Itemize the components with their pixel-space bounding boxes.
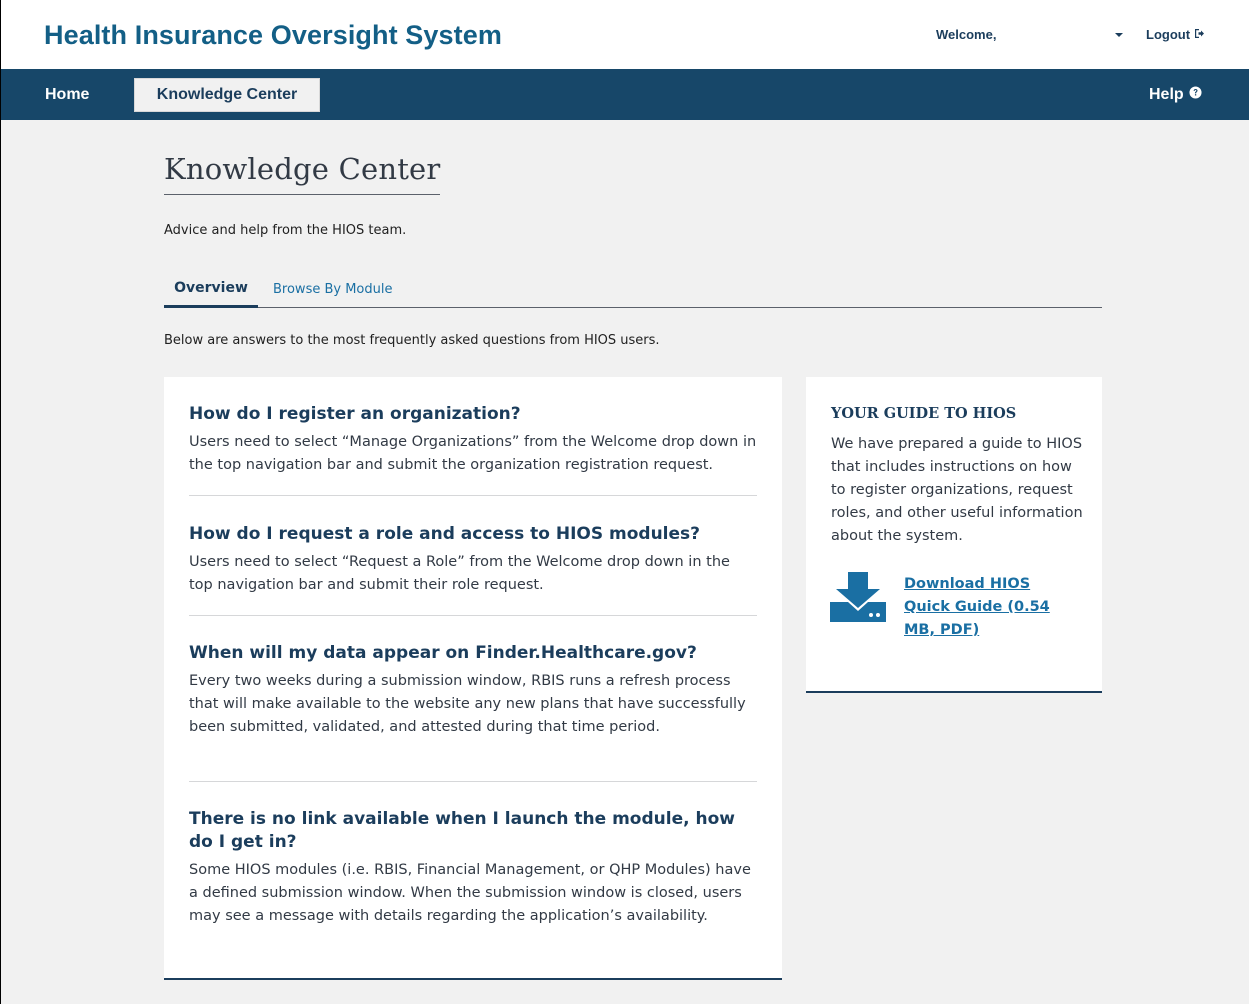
tab-overview[interactable]: Overview bbox=[164, 270, 258, 308]
nav-help-label: Help bbox=[1149, 86, 1184, 103]
faq-divider bbox=[189, 781, 757, 782]
main-navigation: Home Knowledge Center Help bbox=[1, 69, 1249, 120]
download-icon[interactable] bbox=[830, 572, 886, 624]
welcome-label[interactable]: Welcome, bbox=[936, 27, 996, 42]
guide-description: We have prepared a guide to HIOS that in… bbox=[831, 436, 1083, 544]
faq-answer: Every two weeks during a submission wind… bbox=[189, 673, 746, 735]
guide-card: YOUR GUIDE TO HIOS We have prepared a gu… bbox=[806, 377, 1102, 693]
logout-icon bbox=[1194, 27, 1205, 42]
faq-divider bbox=[189, 495, 757, 496]
faq-answer: Users need to select “Manage Organizatio… bbox=[189, 434, 757, 473]
nav-help[interactable]: Help bbox=[1149, 86, 1202, 104]
faq-item: When will my data appear on Finder.Healt… bbox=[189, 642, 757, 739]
logout-button[interactable]: Logout bbox=[1146, 27, 1205, 42]
page-title: Knowledge Center bbox=[164, 152, 441, 195]
faq-answer: Some HIOS modules (i.e. RBIS, Financial … bbox=[189, 862, 751, 924]
faq-item: There is no link available when I launch… bbox=[189, 808, 757, 928]
download-quick-guide-link[interactable]: Download HIOS Quick Guide (0.54 MB, PDF) bbox=[904, 573, 1074, 642]
top-header: Health Insurance Oversight System Welcom… bbox=[1, 0, 1249, 69]
guide-title: YOUR GUIDE TO HIOS bbox=[831, 405, 1017, 422]
nav-home[interactable]: Home bbox=[45, 86, 89, 104]
tab-bar: Overview Browse By Module bbox=[164, 270, 1102, 308]
faq-intro-text: Below are answers to the most frequently… bbox=[164, 333, 660, 348]
faq-item: How do I request a role and access to HI… bbox=[189, 523, 757, 597]
faq-question: When will my data appear on Finder.Healt… bbox=[189, 643, 697, 663]
faq-divider bbox=[189, 615, 757, 616]
question-circle-icon bbox=[1189, 86, 1202, 104]
nav-knowledge-center[interactable]: Knowledge Center bbox=[134, 78, 320, 112]
tab-browse-by-module[interactable]: Browse By Module bbox=[273, 270, 392, 308]
page-subtitle: Advice and help from the HIOS team. bbox=[164, 223, 407, 238]
faq-question: There is no link available when I launch… bbox=[189, 809, 735, 852]
welcome-dropdown-caret-icon[interactable] bbox=[1112, 28, 1126, 42]
faq-card: How do I register an organization? Users… bbox=[164, 377, 782, 980]
faq-answer: Users need to select “Request a Role” fr… bbox=[189, 554, 730, 593]
logout-label: Logout bbox=[1146, 27, 1191, 42]
faq-question: How do I register an organization? bbox=[189, 404, 521, 424]
faq-question: How do I request a role and access to HI… bbox=[189, 524, 701, 544]
faq-item: How do I register an organization? Users… bbox=[189, 403, 757, 477]
app-title[interactable]: Health Insurance Oversight System bbox=[44, 20, 502, 51]
